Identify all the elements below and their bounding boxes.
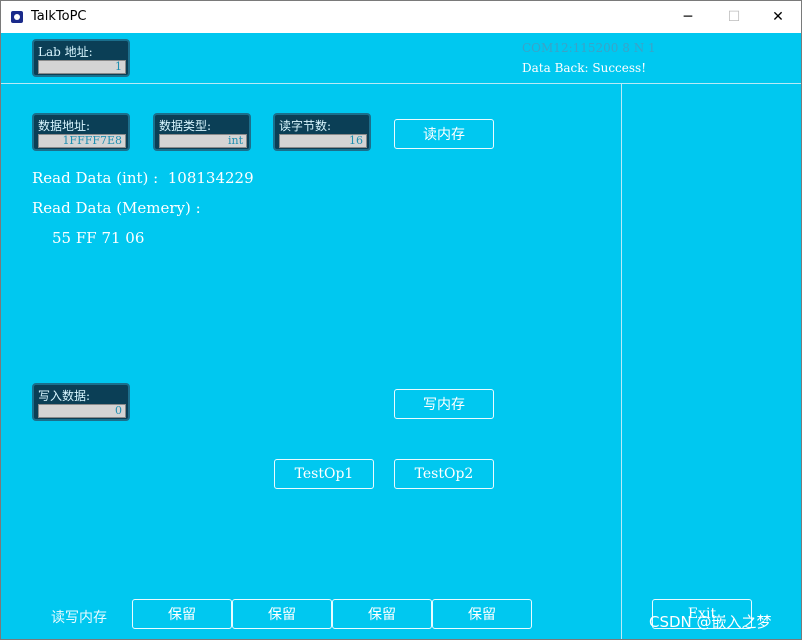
write-memory-button[interactable]: 写内存 [394, 389, 494, 419]
memory-bytes-value: 55 FF 71 06 [52, 229, 145, 247]
lab-address-input[interactable]: 1 [38, 60, 126, 74]
minimize-button[interactable]: ─ [665, 1, 711, 33]
app-window: TalkToPC ─ ☐ ✕ Lab 地址: 1 COM12:115200 8 … [0, 0, 802, 640]
write-data-input[interactable]: 0 [38, 404, 126, 418]
reserved-button-2[interactable]: 保留 [232, 599, 332, 629]
test-op2-button[interactable]: TestOp2 [394, 459, 494, 489]
data-type-input[interactable]: int [159, 134, 247, 148]
write-data-field: 写入数据: 0 [32, 383, 130, 421]
data-address-field: 数据地址: 1FFFF7E8 [32, 113, 130, 151]
read-memory-result-label: Read Data (Memery) : [32, 199, 201, 217]
read-bytes-label: 读字节数: [279, 119, 332, 133]
header-divider [1, 83, 801, 84]
main-panel: Lab 地址: 1 COM12:115200 8 N 1 Data Back: … [1, 33, 801, 639]
window-title: TalkToPC [31, 9, 87, 24]
data-back-status: Data Back: Success! [522, 61, 647, 75]
app-icon [11, 11, 23, 23]
data-type-field: 数据类型: int [153, 113, 251, 151]
reserved-button-4[interactable]: 保留 [432, 599, 532, 629]
com-port-status: COM12:115200 8 N 1 [522, 41, 656, 55]
close-button[interactable]: ✕ [755, 1, 801, 33]
maximize-button[interactable]: ☐ [711, 1, 757, 33]
reserved-button-3[interactable]: 保留 [332, 599, 432, 629]
read-int-result: Read Data (int) : 108134229 [32, 169, 254, 187]
data-address-input[interactable]: 1FFFF7E8 [38, 134, 126, 148]
read-bytes-field: 读字节数: 16 [273, 113, 371, 151]
data-type-label: 数据类型: [159, 119, 212, 133]
title-bar[interactable]: TalkToPC ─ ☐ ✕ [1, 1, 801, 33]
write-data-label: 写入数据: [38, 389, 91, 403]
watermark-text: CSDN @嵌入之梦 [649, 613, 772, 631]
data-address-label: 数据地址: [38, 119, 91, 133]
side-divider [621, 84, 622, 639]
test-op1-button[interactable]: TestOp1 [274, 459, 374, 489]
read-bytes-input[interactable]: 16 [279, 134, 367, 148]
lab-address-field: Lab 地址: 1 [32, 39, 130, 77]
read-write-memory-label: 读写内存 [51, 610, 107, 626]
read-memory-button[interactable]: 读内存 [394, 119, 494, 149]
reserved-button-1[interactable]: 保留 [132, 599, 232, 629]
lab-address-label: Lab 地址: [38, 45, 93, 59]
